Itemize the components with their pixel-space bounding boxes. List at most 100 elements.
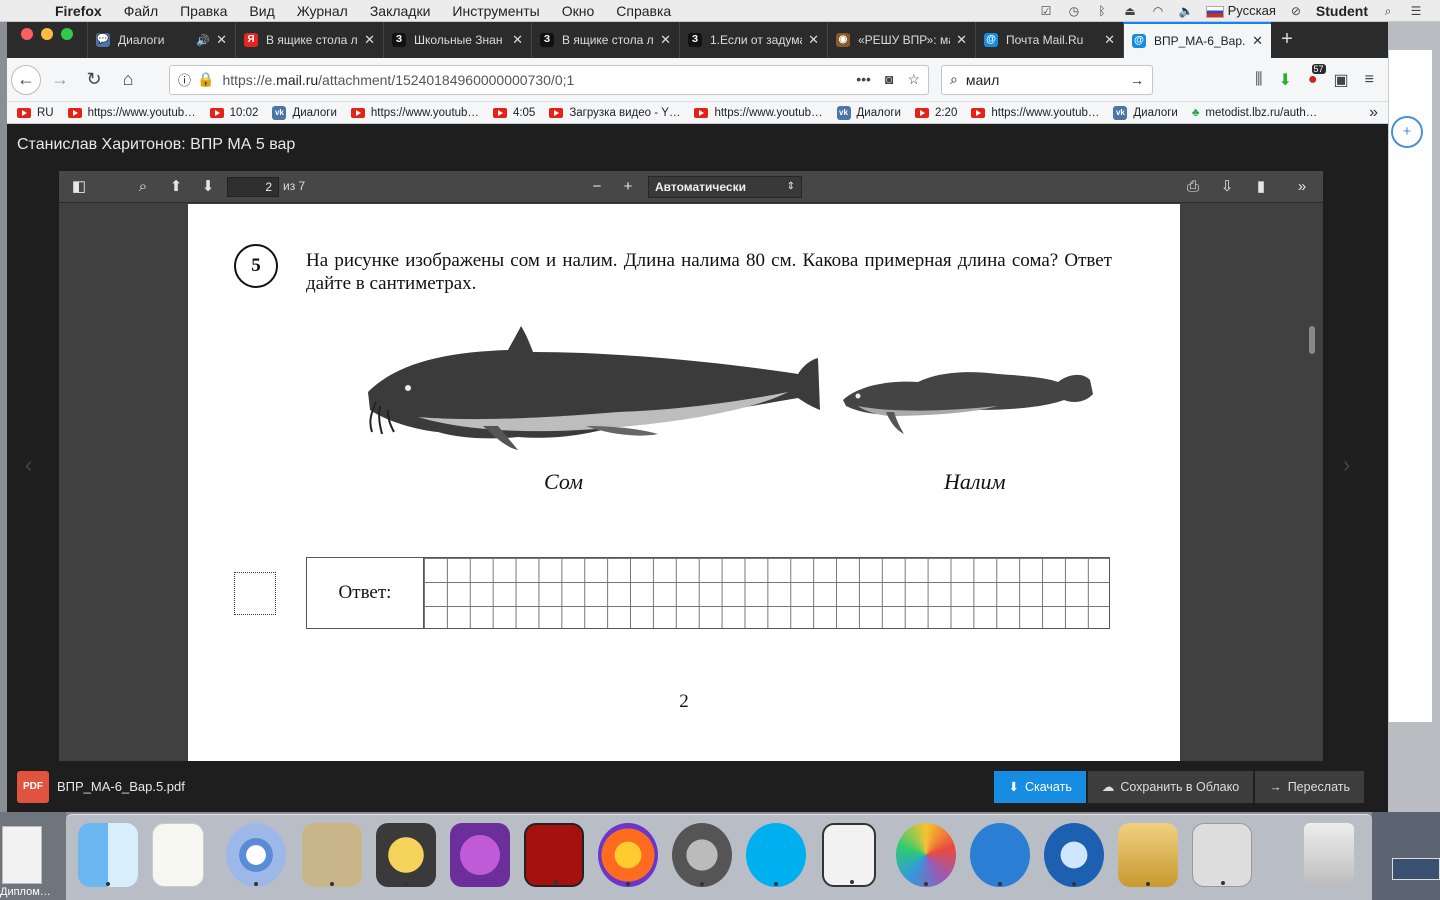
menu-bookmarks[interactable]: Закладки xyxy=(359,3,442,19)
tab-yandex-mail[interactable]: Я В ящике стола л ✕ xyxy=(235,22,383,58)
download-button[interactable]: ⬇ Скачать xyxy=(994,770,1086,803)
desktop-file-label[interactable]: Диплом… xyxy=(0,886,51,898)
hamburger-menu-icon[interactable]: ≡ xyxy=(1365,71,1374,89)
prev-arrow-icon[interactable]: ‹ xyxy=(25,452,32,478)
close-tab-icon[interactable]: ✕ xyxy=(216,32,227,48)
tools-menu-icon[interactable]: » xyxy=(1291,177,1313,197)
address-bar[interactable]: ⓘ 🔒 https://e.mail.ru/attachment/1524018… xyxy=(169,64,929,95)
menu-edit[interactable]: Правка xyxy=(169,3,238,19)
next-page-icon[interactable]: ⬇ xyxy=(197,177,219,197)
sidebar-toggle-icon[interactable]: ◧ xyxy=(68,177,90,197)
sidebar-icon[interactable]: ▣ xyxy=(1334,70,1349,90)
gimp-icon[interactable] xyxy=(302,823,362,887)
search-bar[interactable]: ⌕ маил → xyxy=(941,64,1153,95)
page-actions-icon[interactable]: ••• xyxy=(856,71,871,88)
search-input[interactable]: маил xyxy=(966,72,1130,88)
bookmark-icon[interactable]: ▮ xyxy=(1250,177,1272,197)
firefox-icon[interactable] xyxy=(598,823,658,887)
close-tab-icon[interactable]: ✕ xyxy=(364,32,375,48)
next-arrow-icon[interactable]: › xyxy=(1343,452,1350,478)
forward-button[interactable]: → Переслать xyxy=(1255,770,1364,803)
trash-icon[interactable] xyxy=(1304,823,1354,887)
bluetooth-icon[interactable]: ᛒ xyxy=(1094,4,1110,18)
bookmark-item[interactable]: https://www.youtub… xyxy=(971,107,1099,119)
tab-znanija-2[interactable]: З В ящике стола л ✕ xyxy=(531,22,679,58)
back-button[interactable]: ← xyxy=(11,64,41,95)
download-arrow-icon[interactable]: ⬇ xyxy=(1278,70,1291,90)
add-contact-icon[interactable]: + xyxy=(1391,116,1423,148)
document-icon[interactable] xyxy=(822,823,876,887)
skype-icon[interactable] xyxy=(746,823,806,887)
notification-center-icon[interactable]: ☰ xyxy=(1408,4,1424,18)
zoom-window-button[interactable] xyxy=(61,28,73,40)
page-number-input[interactable]: 2 xyxy=(227,177,279,197)
bookmark-item[interactable]: 2:20 xyxy=(914,107,957,119)
reload-button[interactable]: ↻ xyxy=(79,65,109,95)
bookmark-item[interactable]: RU xyxy=(17,107,54,119)
bookmark-item[interactable]: vk Диалоги xyxy=(1113,105,1178,120)
finder-icon[interactable] xyxy=(78,823,138,887)
pdf-scrollbar[interactable] xyxy=(1309,326,1315,354)
close-tab-icon[interactable]: ✕ xyxy=(512,32,523,48)
chromium-icon[interactable] xyxy=(226,823,286,887)
close-tab-icon[interactable]: ✕ xyxy=(1104,32,1115,48)
printer-icon[interactable] xyxy=(1192,823,1252,887)
info-icon[interactable]: ⓘ xyxy=(178,70,191,89)
zoom-out-icon[interactable]: − xyxy=(586,177,608,197)
current-user[interactable]: Student xyxy=(1316,3,1368,19)
minimize-window-button[interactable] xyxy=(41,28,53,40)
more-bookmarks-icon[interactable]: » xyxy=(1369,104,1378,122)
speaker-icon[interactable]: 🔊 xyxy=(196,34,210,47)
bookmark-item[interactable]: ♣ metodist.lbz.ru/auth… xyxy=(1192,107,1317,119)
volume-icon[interactable]: 🔈 xyxy=(1178,4,1194,18)
close-tab-icon[interactable]: ✕ xyxy=(956,32,967,48)
save-to-cloud-button[interactable]: ☁ Сохранить в Облако xyxy=(1087,770,1254,803)
tab-dialogs[interactable]: 💬 Диалоги 🔊 ✕ xyxy=(87,22,235,58)
bookmark-item[interactable]: 4:05 xyxy=(492,107,535,119)
tab-znanija-3[interactable]: З 1.Если от задума ✕ xyxy=(679,22,827,58)
do-not-disturb-icon[interactable]: ⊘ xyxy=(1288,4,1304,18)
menu-tools[interactable]: Инструменты xyxy=(441,3,550,19)
paintbrush-icon[interactable] xyxy=(1118,823,1178,887)
zoom-in-icon[interactable]: + xyxy=(617,177,639,197)
textedit-icon[interactable] xyxy=(152,823,204,887)
tab-znanija[interactable]: З Школьные Знан ✕ xyxy=(383,22,531,58)
download-icon[interactable]: ⇩ xyxy=(1216,177,1238,197)
zoom-select[interactable]: Автоматически xyxy=(648,176,802,198)
menu-help[interactable]: Справка xyxy=(605,3,682,19)
time-machine-icon[interactable]: ◷ xyxy=(1066,4,1082,18)
spotlight-search-icon[interactable]: ⌕ xyxy=(1380,4,1396,18)
previous-page-icon[interactable]: ⬆ xyxy=(165,177,187,197)
imovie-icon[interactable] xyxy=(376,823,436,887)
bookmark-item[interactable]: 10:02 xyxy=(209,107,258,119)
checkmark-status-icon[interactable]: ☑ xyxy=(1038,4,1054,18)
bookmark-item[interactable]: Загрузка видео - Y… xyxy=(549,107,680,119)
desktop-screenshot-icon[interactable] xyxy=(1392,858,1440,880)
close-tab-icon[interactable]: ✕ xyxy=(1252,33,1263,49)
print-icon[interactable]: ⎙ xyxy=(1182,177,1204,197)
tab-vpr-pdf[interactable]: @ ВПР_МА-6_Вар.5 ✕ xyxy=(1123,22,1271,58)
library-icon[interactable]: ⫼ xyxy=(1255,71,1262,89)
tab-mail-ru[interactable]: @ Почта Mail.Ru ✕ xyxy=(975,22,1123,58)
libreoffice-icon[interactable] xyxy=(970,823,1030,887)
menu-view[interactable]: Вид xyxy=(238,3,285,19)
desktop-document-icon[interactable] xyxy=(2,826,42,884)
bookmark-item[interactable]: https://www.youtub… xyxy=(350,107,479,119)
acrobat-icon[interactable] xyxy=(524,823,584,887)
close-tab-icon[interactable]: ✕ xyxy=(808,32,819,48)
menu-window[interactable]: Окно xyxy=(551,3,606,19)
tab-reshu-vpr[interactable]: ◉ «РЕШУ ВПР»: ма ✕ xyxy=(827,22,975,58)
bookmark-item[interactable]: vk Диалоги xyxy=(272,105,337,120)
new-tab-button[interactable]: + xyxy=(1271,22,1303,58)
input-source[interactable]: Русская xyxy=(1205,3,1276,18)
find-icon[interactable]: ⌕ xyxy=(132,177,154,197)
forward-button[interactable]: → xyxy=(45,65,75,95)
menu-app-name[interactable]: Firefox xyxy=(44,3,113,19)
menu-history[interactable]: Журнал xyxy=(286,3,359,19)
pocket-icon[interactable]: ◙ xyxy=(885,71,893,88)
adblock-icon[interactable]: ● 57 xyxy=(1308,63,1326,89)
system-preferences-icon[interactable] xyxy=(672,823,732,887)
home-button[interactable]: ⌂ xyxy=(113,65,143,95)
bookmark-item[interactable]: https://www.youtub… xyxy=(67,107,196,119)
search-go-icon[interactable]: → xyxy=(1130,72,1144,88)
